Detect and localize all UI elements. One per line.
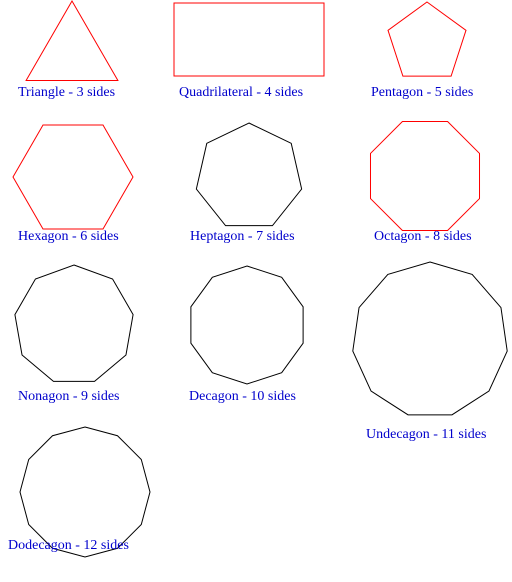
figure-dodecagon: Dodecagon - 12 sides: [0, 0, 512, 582]
shape-dodecagon: [19, 426, 151, 558]
shape-label-dodecagon: Dodecagon - 12 sides: [8, 538, 129, 553]
polygon-chart: Triangle - 3 sides Quadrilateral - 4 side…: [0, 0, 512, 582]
